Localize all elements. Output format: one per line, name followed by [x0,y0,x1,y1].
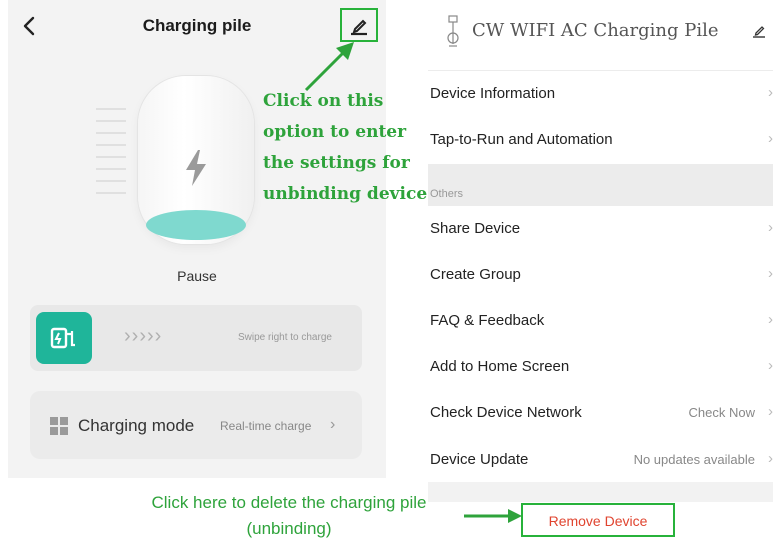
list-item-share-device[interactable]: Share Device › [430,217,773,241]
edit-button[interactable] [340,8,378,42]
swipe-chevrons: ››››› [124,325,163,347]
chevron-right-icon: › [768,403,773,420]
charging-mode-row[interactable]: Charging mode Real-time charge › [30,391,362,459]
pile-logo-icon [447,15,459,47]
list-item-device-information[interactable]: Device Information › [430,82,773,106]
annotation-edit-instructions: Click on this option to enter the settin… [263,86,443,210]
list-item-label: Share Device [430,220,521,237]
list-item-label: FAQ & Feedback [430,312,545,329]
section-spacer [428,482,773,502]
list-item-label: Tap-to-Run and Automation [430,131,613,148]
chevron-right-icon: › [768,450,773,467]
grid-icon [50,417,68,435]
list-item-label: Device Information [430,85,556,102]
section-header-others: Others [428,164,773,206]
list-item-add-to-home-screen[interactable]: Add to Home Screen › [430,355,773,379]
annotation-remove-instructions: Click here to delete the charging pile (… [108,490,470,542]
divider [428,70,773,71]
list-item-device-update[interactable]: Device Update No updates available › [430,448,773,472]
list-item-tap-to-run[interactable]: Tap-to-Run and Automation › [430,128,773,152]
charge-level-fill [146,210,246,240]
chevron-right-icon: › [768,84,773,101]
chevron-right-icon: › [768,265,773,282]
annotation-line: option to enter [263,122,407,142]
list-item-label: Create Group [430,266,521,283]
charge-plug-icon [50,327,75,349]
annotation-arrow-remove [464,509,522,523]
swipe-to-charge-slider[interactable]: ››››› Swipe right to charge [30,305,362,371]
list-item-create-group[interactable]: Create Group › [430,263,773,287]
list-item-value: Check Now [688,405,755,420]
list-item-faq-feedback[interactable]: FAQ & Feedback › [430,309,773,333]
annotation-line: Click here to delete the charging pile [151,493,427,512]
chevron-right-icon: › [768,311,773,328]
chevron-right-icon: › [330,416,336,433]
section-label: Others [430,188,464,200]
charging-status: Pause [177,268,217,284]
remove-device-button[interactable]: Remove Device [521,503,675,537]
page-title: Charging pile [142,16,252,35]
list-item-label: Check Device Network [430,404,582,421]
swipe-handle[interactable] [36,312,92,364]
edit-icon[interactable] [752,24,766,38]
charging-mode-value: Real-time charge [220,419,312,433]
chevron-right-icon: › [768,219,773,236]
chevron-right-icon: › [768,130,773,147]
level-scale [96,108,126,204]
chevron-right-icon: › [768,357,773,374]
device-title: CW WIFI AC Charging Pile [472,20,719,41]
annotation-line: Click on this [263,91,384,111]
edit-icon [351,19,367,36]
list-item-label: Device Update [430,451,529,468]
lightning-icon [186,150,206,186]
list-item-label: Add to Home Screen [430,358,570,375]
annotation-line: the settings for [263,153,410,173]
annotation-line: unbinding device [263,184,428,204]
list-item-value: No updates available [633,452,755,467]
swipe-hint: Swipe right to charge [238,332,332,343]
annotation-line: (unbinding) [246,519,332,538]
list-item-check-device-network[interactable]: Check Device Network Check Now › [430,401,773,425]
remove-device-label: Remove Device [548,513,648,529]
charging-mode-label: Charging mode [78,416,195,435]
charging-pile-illustration [138,76,254,244]
